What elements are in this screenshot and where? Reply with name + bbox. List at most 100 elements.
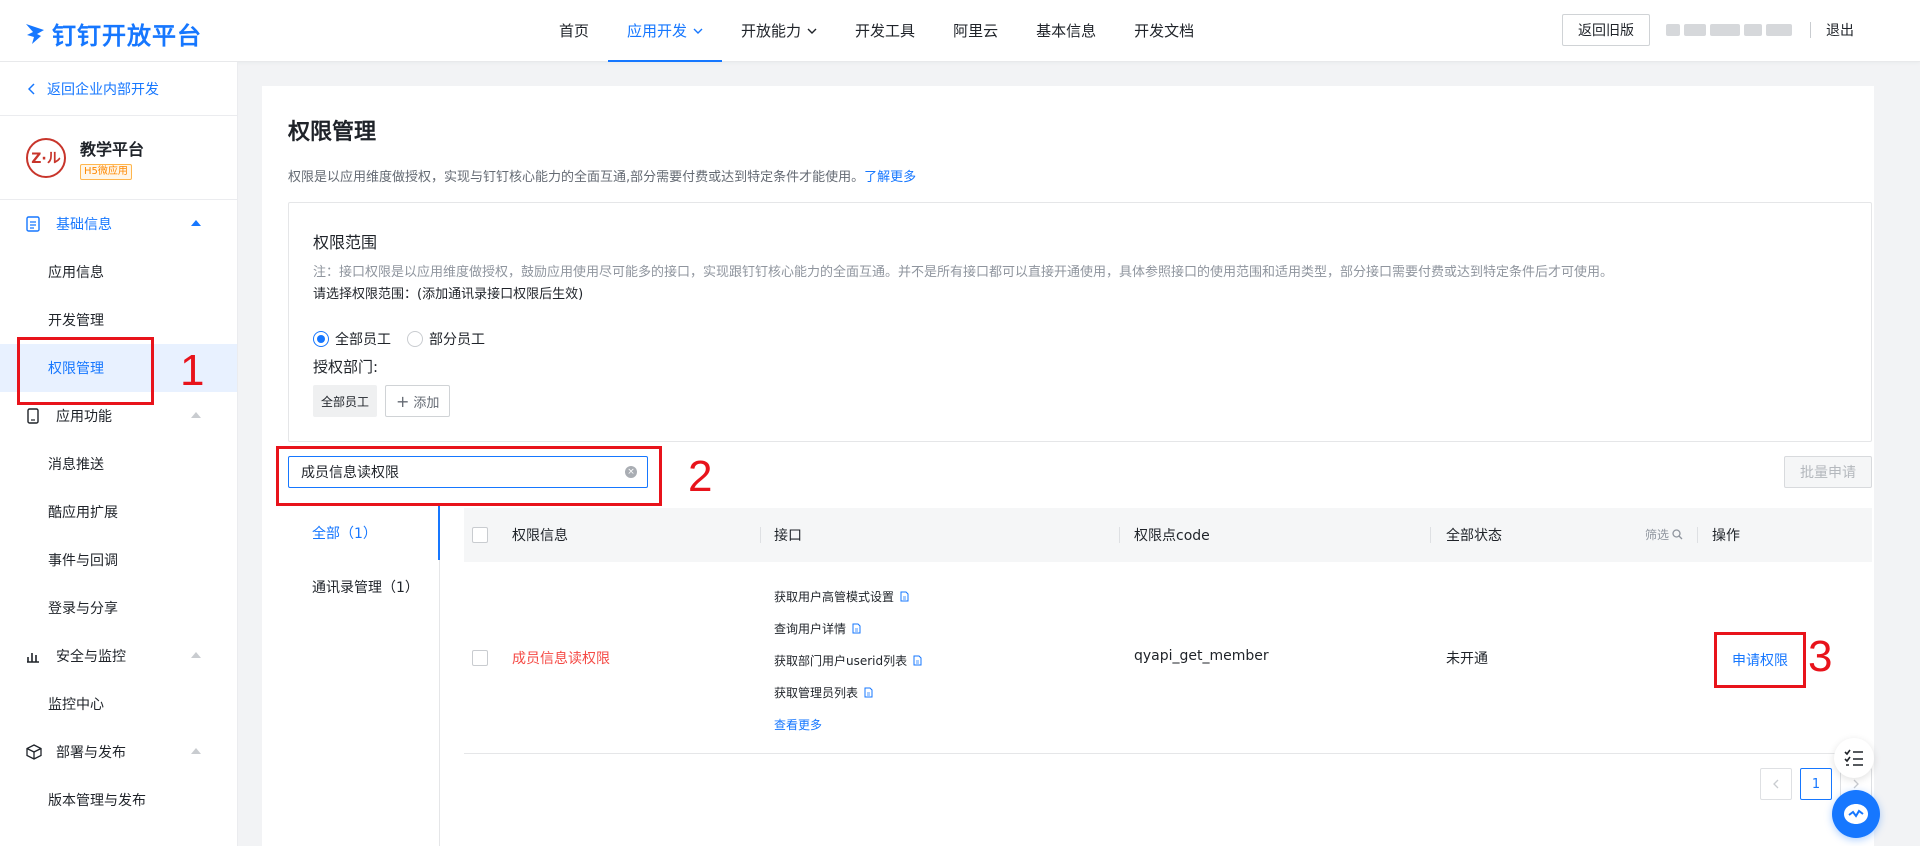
- column-divider: [1430, 527, 1431, 543]
- annotation-number-3: 3: [1808, 632, 1833, 681]
- table-header: 权限信息 接口 权限点code 全部状态 筛选 操作: [464, 508, 1872, 562]
- caret-up-icon: [191, 652, 201, 658]
- permission-name: 成员信息读权限: [512, 651, 610, 667]
- radio-part-staff[interactable]: 部分员工: [407, 329, 485, 349]
- add-dept-button[interactable]: + 添加: [385, 385, 451, 417]
- app-name: 教学平台: [80, 139, 145, 159]
- checklist-icon: [1844, 749, 1863, 766]
- sidebar-item-monitor-center[interactable]: 监控中心: [0, 680, 237, 728]
- assistant-float-button[interactable]: [1832, 790, 1880, 838]
- dept-tags: 全部员工 + 添加: [313, 385, 451, 417]
- plus-icon: +: [396, 391, 410, 411]
- radio-all-staff[interactable]: 全部员工: [313, 329, 391, 349]
- logout-link[interactable]: 退出: [1826, 20, 1854, 40]
- scope-title: 权限范围: [313, 233, 378, 252]
- nav-home[interactable]: 首页: [540, 0, 608, 62]
- doc-icon: [900, 591, 909, 601]
- select-all-checkbox[interactable]: [472, 527, 488, 543]
- api-label: 获取部门用户userid列表: [774, 653, 908, 668]
- document-icon: [26, 216, 44, 232]
- nav-basic-info[interactable]: 基本信息: [1017, 0, 1115, 62]
- app-type-badge: H5微应用: [80, 163, 132, 180]
- checklist-float-button[interactable]: [1834, 738, 1874, 778]
- cube-icon: [26, 744, 44, 760]
- sidebar-group-deploy[interactable]: 部署与发布: [0, 728, 237, 776]
- api-label: 获取用户高管模式设置: [774, 589, 895, 604]
- category-all[interactable]: 全部（1）: [262, 506, 440, 560]
- radio-dot: [407, 331, 423, 347]
- old-version-button[interactable]: 返回旧版: [1562, 14, 1650, 46]
- caret-up-icon: [191, 412, 201, 418]
- chevron-right-icon: [1853, 779, 1859, 789]
- permission-status: 未开通: [1446, 651, 1488, 667]
- sidebar-item-events-callback[interactable]: 事件与回调: [0, 536, 237, 584]
- learn-more-link[interactable]: 了解更多: [864, 170, 916, 185]
- sidebar-item-app-info[interactable]: 应用信息: [0, 248, 237, 296]
- nav-dev-docs-label: 开发文档: [1134, 22, 1195, 40]
- column-divider: [760, 527, 761, 543]
- prev-page-button[interactable]: [1760, 768, 1792, 800]
- sidebar-item-version-release[interactable]: 版本管理与发布: [0, 776, 237, 824]
- category-list: 全部（1） 通讯录管理（1）: [262, 506, 440, 846]
- api-label: 查询用户详情: [774, 621, 847, 636]
- annotation-box-2: [276, 446, 662, 506]
- add-label: 添加: [413, 395, 440, 411]
- sidebar-item-login-share[interactable]: 登录与分享: [0, 584, 237, 632]
- permission-scope-panel: 权限范围 注：接口权限是以应用维度做授权，鼓励应用使用尽可能多的接口，实现跟钉钉…: [288, 202, 1872, 442]
- annotation-box-1: [17, 337, 154, 405]
- app-card: Z·ル 教学平台 H5微应用: [0, 116, 237, 200]
- api-item[interactable]: 获取用户高管模式设置: [774, 580, 922, 612]
- scope-note: 注：接口权限是以应用维度做授权，鼓励应用使用尽可能多的接口，实现跟钉钉核心能力的…: [313, 265, 1614, 280]
- scope-subtitle: 请选择权限范围：(添加通讯录接口权限后生效): [313, 287, 584, 302]
- bar-chart-icon: [26, 649, 44, 663]
- batch-apply-button[interactable]: 批量申请: [1784, 456, 1872, 488]
- page-title: 权限管理: [288, 120, 377, 145]
- view-more-link[interactable]: 查看更多: [774, 708, 922, 740]
- apply-permission-button[interactable]: 申请权限: [1714, 632, 1806, 688]
- row-checkbox[interactable]: [472, 650, 488, 666]
- category-contacts[interactable]: 通讯录管理（1）: [262, 560, 439, 614]
- page-button[interactable]: 1: [1800, 768, 1832, 800]
- divider: [1810, 22, 1811, 38]
- radio-label: 部分员工: [429, 332, 485, 348]
- doc-icon: [864, 687, 873, 697]
- nav-app-dev[interactable]: 应用开发: [608, 0, 723, 62]
- chevron-down-icon: [807, 28, 817, 34]
- nav-dev-tools[interactable]: 开发工具: [836, 0, 934, 62]
- column-divider: [1119, 527, 1120, 543]
- nav-aliyun-label: 阿里云: [953, 22, 999, 40]
- column-divider: [1697, 527, 1698, 543]
- nav-aliyun[interactable]: 阿里云: [934, 0, 1017, 62]
- nav-dev-docs[interactable]: 开发文档: [1115, 0, 1213, 62]
- nav-app-dev-label: 应用开发: [627, 22, 688, 40]
- annotation-number-2: 2: [688, 452, 713, 501]
- sidebar-item-cool-app[interactable]: 酷应用扩展: [0, 488, 237, 536]
- sidebar-group-security[interactable]: 安全与监控: [0, 632, 237, 680]
- api-item[interactable]: 查询用户详情: [774, 612, 922, 644]
- sidebar-group-basic-info[interactable]: 基础信息: [0, 200, 237, 248]
- caret-up-icon: [191, 220, 201, 226]
- radio-label: 全部员工: [335, 332, 391, 348]
- status-filter[interactable]: 筛选: [1645, 526, 1683, 543]
- dept-label: 授权部门:: [313, 358, 379, 376]
- api-item[interactable]: 获取部门用户userid列表: [774, 644, 922, 676]
- api-label: 获取管理员列表: [774, 685, 859, 700]
- annotation-number-1: 1: [180, 346, 205, 395]
- api-item[interactable]: 获取管理员列表: [774, 676, 922, 708]
- dingtalk-logo-icon: [26, 23, 44, 44]
- page-description-text: 权限是以应用维度做授权，实现与钉钉核心能力的全面互通,部分需要付费或达到特定条件…: [288, 170, 865, 185]
- brand-logo[interactable]: 钉钉开放平台: [24, 16, 202, 51]
- table-row: 成员信息读权限 获取用户高管模式设置 查询用户详情 获取部门用户userid列表…: [464, 562, 1872, 754]
- col-status: 全部状态: [1446, 528, 1502, 544]
- chat-bot-icon: [1844, 804, 1868, 824]
- sidebar-group-label: 应用功能: [56, 409, 112, 425]
- radio-dot: [313, 331, 329, 347]
- back-link[interactable]: 返回企业内部开发: [0, 62, 237, 116]
- api-list: 获取用户高管模式设置 查询用户详情 获取部门用户userid列表 获取管理员列表…: [774, 580, 922, 740]
- col-api: 接口: [774, 528, 802, 544]
- sidebar-item-message-push[interactable]: 消息推送: [0, 440, 237, 488]
- permission-code: qyapi_get_member: [1134, 648, 1269, 664]
- nav-open-ability[interactable]: 开放能力: [722, 0, 836, 62]
- chevron-left-icon: [1773, 779, 1779, 789]
- col-action: 操作: [1712, 528, 1740, 544]
